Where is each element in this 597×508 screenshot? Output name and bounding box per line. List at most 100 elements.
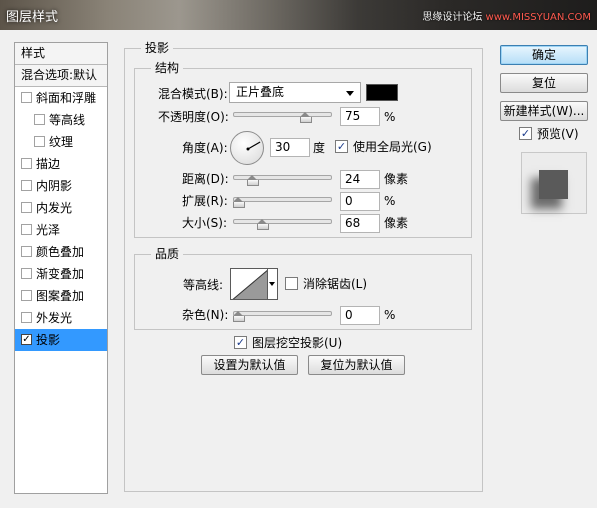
style-list-item[interactable]: 图案叠加 [15,285,107,307]
style-checkbox[interactable] [34,114,45,125]
angle-label: 角度(A): [182,141,228,155]
style-list-item-label: 外发光 [36,311,73,325]
size-unit: 像素 [384,216,409,230]
noise-label: 杂色(N): [182,308,229,322]
noise-unit: % [384,308,396,322]
style-list-item-label: 纹理 [49,135,74,149]
opacity-slider[interactable] [233,112,332,117]
opacity-label: 不透明度(O): [158,110,229,124]
contour-dropdown-button[interactable] [268,268,278,300]
blend-options-item[interactable]: 混合选项:默认 [15,65,107,87]
style-checkbox[interactable]: ✓ [21,334,32,345]
ok-button[interactable]: 确定 [500,45,588,65]
preview-checkbox[interactable]: ✓ [519,127,532,140]
knockout-label[interactable]: 图层挖空投影(U) [252,335,342,351]
style-list-item-label: 斜面和浮雕 [36,91,97,105]
noise-input[interactable]: 0 [340,306,380,325]
opacity-unit: % [384,110,396,124]
global-light-label[interactable]: 使用全局光(G) [353,139,432,155]
style-list-item-label: 图案叠加 [36,289,85,303]
preview-square [539,170,568,199]
style-checkbox[interactable] [21,92,32,103]
antialias-label[interactable]: 消除锯齿(L) [303,276,367,292]
style-list-item-label: 渐变叠加 [36,267,85,281]
reset-default-button[interactable]: 复位为默认值 [308,355,405,375]
style-checkbox[interactable] [21,246,32,257]
knockout-checkbox[interactable]: ✓ [234,336,247,349]
distance-input[interactable]: 24 [340,170,380,189]
drop-shadow-title: 投影 [141,40,174,56]
blend-mode-value: 正片叠底 [236,85,285,99]
watermark-prefix: 思缘设计论坛 [422,12,486,23]
style-list-item[interactable]: 内阴影 [15,175,107,197]
style-list-item-label: 光泽 [36,223,61,237]
distance-label: 距离(D): [182,172,229,186]
angle-needle-icon [246,141,261,151]
angle-dial[interactable] [230,131,264,165]
size-label: 大小(S): [182,216,228,230]
quality-title: 品质 [151,246,184,262]
style-list-item[interactable]: 渐变叠加 [15,263,107,285]
style-list-item[interactable]: ✓ 投影 [15,329,107,351]
contour-label: 等高线: [183,278,224,292]
style-list-item-label: 内发光 [36,201,73,215]
preview-thumbnail [521,152,587,214]
style-list-item[interactable]: 等高线 [15,109,107,131]
spread-slider[interactable] [233,197,332,202]
preview-label[interactable]: 预览(V) [537,126,579,142]
size-slider-thumb[interactable] [257,219,270,230]
style-list-item-label: 投影 [36,333,61,347]
spread-slider-thumb[interactable] [233,197,245,208]
opacity-input[interactable]: 75 [340,107,380,126]
style-checkbox[interactable] [34,136,45,147]
style-list-item-label: 颜色叠加 [36,245,85,259]
style-list-item-label: 等高线 [49,113,86,127]
spread-input[interactable]: 0 [340,192,380,211]
size-input[interactable]: 68 [340,214,380,233]
blend-mode-label: 混合模式(B): [158,87,228,101]
contour-curve-icon [232,270,267,299]
angle-input[interactable]: 30 [270,138,310,157]
watermark: 思缘设计论坛 www.MISSYUAN.COM [422,8,591,23]
new-style-button[interactable]: 新建样式(W)... [500,101,588,121]
title-bar: 图层样式 思缘设计论坛 www.MISSYUAN.COM [0,0,597,30]
structure-title: 结构 [151,60,184,76]
style-checkbox[interactable] [21,268,32,279]
global-light-checkbox[interactable]: ✓ [335,140,348,153]
blend-mode-select[interactable]: 正片叠底 [229,82,361,103]
opacity-slider-thumb[interactable] [299,112,312,123]
style-list-item-label: 内阴影 [36,179,73,193]
style-checkbox[interactable] [21,158,32,169]
style-list-item-label: 描边 [36,157,61,171]
size-slider[interactable] [233,219,332,224]
reset-button[interactable]: 复位 [500,73,588,93]
antialias-checkbox[interactable] [285,277,298,290]
style-list-item[interactable]: 颜色叠加 [15,241,107,263]
style-list-item[interactable]: 纹理 [15,131,107,153]
angle-unit: 度 [313,141,326,155]
style-checkbox[interactable] [21,290,32,301]
noise-slider-thumb[interactable] [233,311,245,322]
style-list-item[interactable]: 内发光 [15,197,107,219]
distance-slider-thumb[interactable] [247,175,260,186]
chevron-down-icon [346,91,354,96]
style-list-item[interactable]: 光泽 [15,219,107,241]
make-default-button[interactable]: 设置为默认值 [201,355,298,375]
style-list: 样式 混合选项:默认 斜面和浮雕等高线纹理描边内阴影内发光光泽颜色叠加渐变叠加图… [14,42,108,494]
style-list-header[interactable]: 样式 [15,43,107,65]
watermark-site: www.MISSYUAN.COM [485,12,591,23]
distance-unit: 像素 [384,172,409,186]
style-checkbox[interactable] [21,202,32,213]
style-checkbox[interactable] [21,224,32,235]
style-checkbox[interactable] [21,180,32,191]
style-list-item[interactable]: 斜面和浮雕 [15,87,107,109]
contour-picker[interactable] [230,268,268,300]
shadow-color-swatch[interactable] [366,84,398,101]
style-list-item[interactable]: 外发光 [15,307,107,329]
spread-label: 扩展(R): [182,194,228,208]
window-title: 图层样式 [6,10,59,25]
style-list-item[interactable]: 描边 [15,153,107,175]
spread-unit: % [384,194,396,208]
style-checkbox[interactable] [21,312,32,323]
noise-slider[interactable] [233,311,332,316]
